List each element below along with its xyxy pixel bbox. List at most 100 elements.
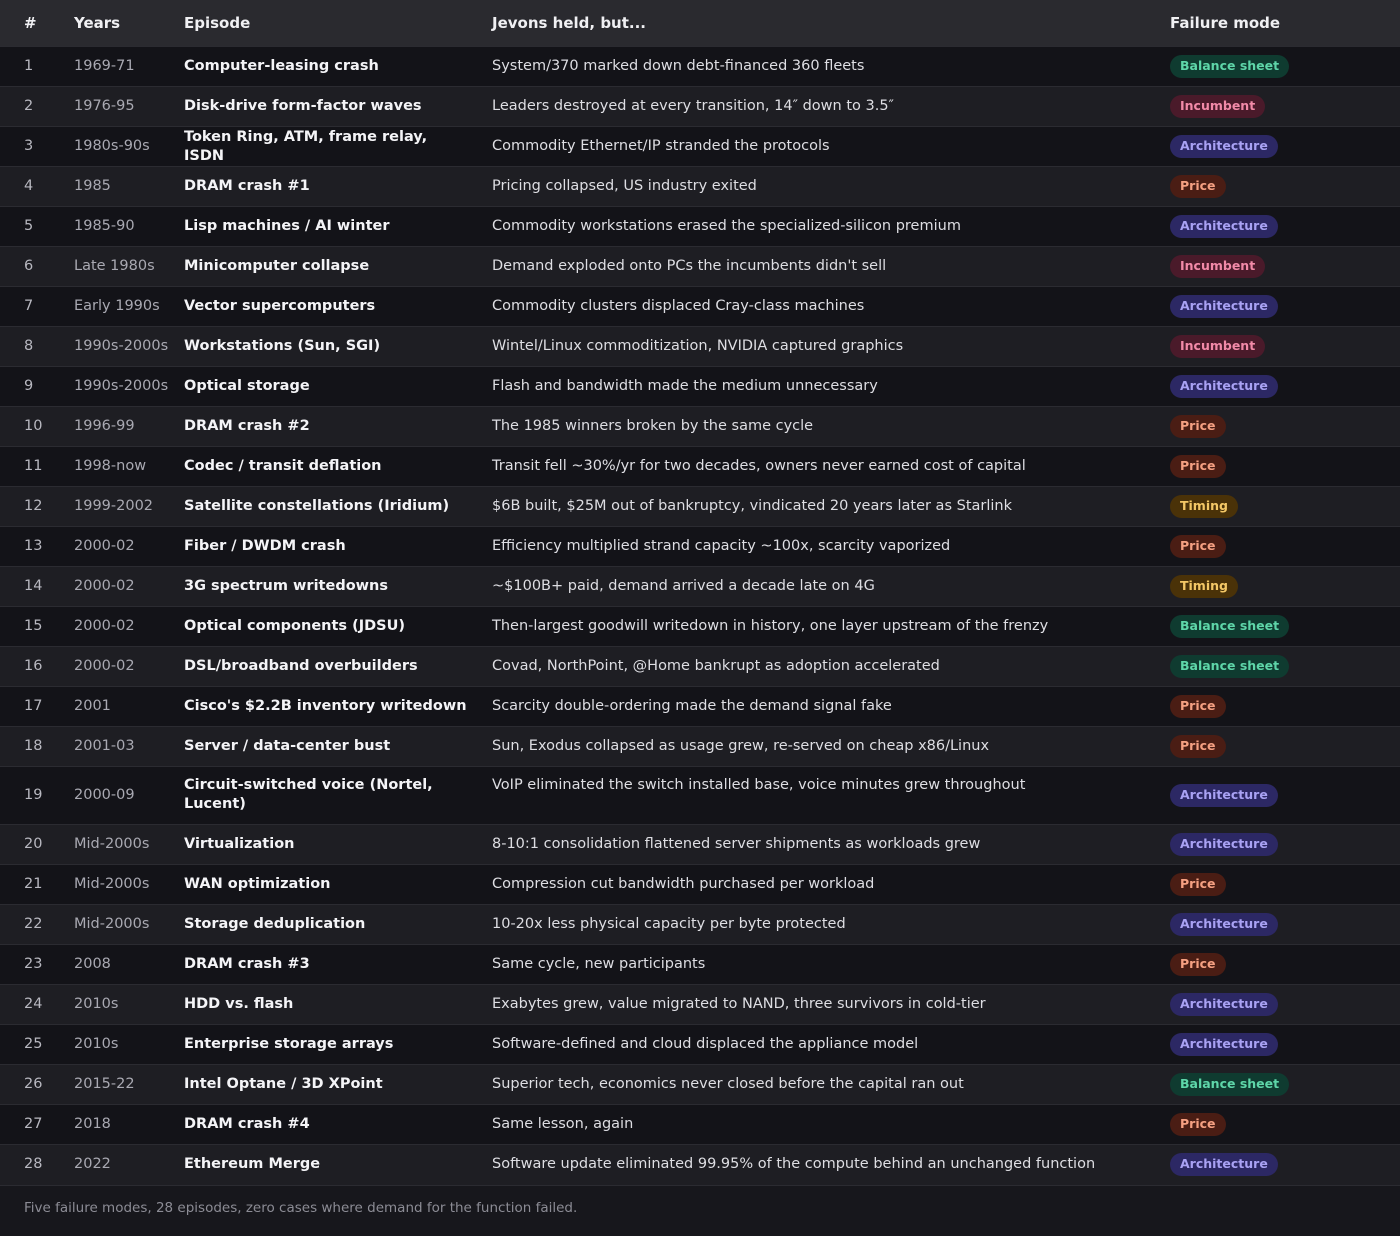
row-episode: Minicomputer collapse [184, 246, 492, 287]
table-row: 22 Mid-2000s Storage deduplication 10-20x l… [0, 904, 1400, 945]
row-failure-mode: Balance sheet [1170, 1064, 1400, 1105]
row-number: 25 [0, 1024, 74, 1065]
row-episode: Ethereum Merge [184, 1144, 492, 1185]
row-description: Commodity clusters displaced Cray-class … [492, 286, 1170, 327]
row-episode: Server / data-center bust [184, 726, 492, 767]
table-row: 16 2000-02 DSL/broadband overbuilders Covad… [0, 646, 1400, 687]
table-row: 1 1969-71 Computer-leasing crash System/370… [0, 46, 1400, 87]
table-row: 14 2000-02 3G spectrum writedowns ~$100B+ p… [0, 566, 1400, 607]
row-number: 6 [0, 246, 74, 287]
header-years: Years [74, 0, 184, 47]
row-failure-mode: Architecture [1170, 126, 1400, 167]
failure-mode-badge: Timing [1170, 495, 1238, 518]
row-failure-mode: Incumbent [1170, 246, 1400, 287]
row-description: Wintel/Linux commoditization, NVIDIA cap… [492, 326, 1170, 367]
failure-mode-badge: Incumbent [1170, 255, 1266, 278]
row-number: 12 [0, 486, 74, 527]
row-episode: Storage deduplication [184, 904, 492, 945]
failure-mode-badge: Architecture [1170, 833, 1278, 856]
row-number: 27 [0, 1104, 74, 1145]
row-years: Late 1980s [74, 246, 184, 287]
row-episode: Enterprise storage arrays [184, 1024, 492, 1065]
table-footnote: Five failure modes, 28 episodes, zero ca… [0, 1184, 1400, 1216]
row-description: The 1985 winners broken by the same cycl… [492, 406, 1170, 447]
row-failure-mode: Price [1170, 686, 1400, 727]
failure-mode-badge: Architecture [1170, 295, 1278, 318]
row-failure-mode: Architecture [1170, 904, 1400, 945]
row-description: Software-defined and cloud displaced the… [492, 1024, 1170, 1065]
row-number: 28 [0, 1144, 74, 1185]
row-episode: Workstations (Sun, SGI) [184, 326, 492, 367]
failure-mode-badge: Architecture [1170, 215, 1278, 238]
row-description: Same lesson, again [492, 1104, 1170, 1145]
row-description: ~$100B+ paid, demand arrived a decade la… [492, 566, 1170, 607]
failure-mode-badge: Architecture [1170, 135, 1278, 158]
row-number: 10 [0, 406, 74, 447]
row-failure-mode: Price [1170, 1104, 1400, 1145]
table-body: 1 1969-71 Computer-leasing crash System/370… [0, 46, 1400, 1185]
table-row: 17 2001 Cisco's $2.2B inventory writedown S… [0, 686, 1400, 727]
table-header: # Years Episode Jevons held, but... Fail… [0, 0, 1400, 47]
failure-mode-badge: Incumbent [1170, 335, 1266, 358]
row-failure-mode: Price [1170, 726, 1400, 767]
failure-mode-badge: Price [1170, 415, 1226, 438]
row-episode: Fiber / DWDM crash [184, 526, 492, 567]
header-number: # [0, 0, 74, 47]
table-row: 11 1998-now Codec / transit deflation Trans… [0, 446, 1400, 487]
row-years: 1990s-2000s [74, 326, 184, 367]
row-years: 2000-09 [74, 766, 184, 825]
failure-mode-badge: Price [1170, 455, 1226, 478]
table-row: 2 1976-95 Disk-drive form-factor waves Lead… [0, 86, 1400, 127]
header-failure-mode: Failure mode [1170, 0, 1400, 47]
row-description: Pricing collapsed, US industry exited [492, 166, 1170, 207]
row-years: 2001-03 [74, 726, 184, 767]
failure-mode-badge: Balance sheet [1170, 55, 1290, 78]
row-number: 19 [0, 766, 74, 825]
row-years: 2022 [74, 1144, 184, 1185]
row-number: 26 [0, 1064, 74, 1105]
failure-mode-badge: Price [1170, 735, 1226, 758]
row-failure-mode: Architecture [1170, 766, 1400, 825]
row-episode: DRAM crash #2 [184, 406, 492, 447]
row-number: 11 [0, 446, 74, 487]
row-years: Early 1990s [74, 286, 184, 327]
row-years: 2010s [74, 984, 184, 1025]
row-number: 4 [0, 166, 74, 207]
row-description: VoIP eliminated the switch installed bas… [492, 766, 1170, 825]
table-row: 20 Mid-2000s Virtualization 8-10:1 consolid… [0, 824, 1400, 865]
row-failure-mode: Balance sheet [1170, 46, 1400, 87]
row-years: 2000-02 [74, 526, 184, 567]
table-row: 7 Early 1990s Vector supercomputers Commodi… [0, 286, 1400, 327]
row-failure-mode: Price [1170, 526, 1400, 567]
failure-mode-badge: Price [1170, 695, 1226, 718]
row-years: Mid-2000s [74, 864, 184, 905]
failure-mode-badge: Balance sheet [1170, 615, 1290, 638]
row-years: 2008 [74, 944, 184, 985]
row-episode: Disk-drive form-factor waves [184, 86, 492, 127]
row-number: 23 [0, 944, 74, 985]
row-description: Same cycle, new participants [492, 944, 1170, 985]
row-description: Transit fell ~30%/yr for two decades, ow… [492, 446, 1170, 487]
row-description: Scarcity double-ordering made the demand… [492, 686, 1170, 727]
table-row: 13 2000-02 Fiber / DWDM crash Efficiency mu… [0, 526, 1400, 567]
row-description: 8-10:1 consolidation flattened server sh… [492, 824, 1170, 865]
row-episode: Lisp machines / AI winter [184, 206, 492, 247]
row-episode: DRAM crash #4 [184, 1104, 492, 1145]
row-number: 15 [0, 606, 74, 647]
header-description: Jevons held, but... [492, 0, 1170, 47]
row-episode: HDD vs. flash [184, 984, 492, 1025]
failure-mode-badge: Architecture [1170, 784, 1278, 807]
failure-mode-badge: Balance sheet [1170, 1073, 1290, 1096]
row-description: Superior tech, economics never closed be… [492, 1064, 1170, 1105]
row-failure-mode: Incumbent [1170, 86, 1400, 127]
failure-mode-badge: Architecture [1170, 375, 1278, 398]
table-row: 9 1990s-2000s Optical storage Flash and ban… [0, 366, 1400, 407]
table-row: 6 Late 1980s Minicomputer collapse Demand e… [0, 246, 1400, 287]
table-row: 4 1985 DRAM crash #1 Pricing collapsed, US … [0, 166, 1400, 207]
failure-mode-badge: Price [1170, 1113, 1226, 1136]
row-description: Then-largest goodwill writedown in histo… [492, 606, 1170, 647]
table-row: 26 2015-22 Intel Optane / 3D XPoint Superio… [0, 1064, 1400, 1105]
table-row: 19 2000-09 Circuit-switched voice (Nortel,… [0, 766, 1400, 825]
row-years: 1999-2002 [74, 486, 184, 527]
row-description: Compression cut bandwidth purchased per … [492, 864, 1170, 905]
